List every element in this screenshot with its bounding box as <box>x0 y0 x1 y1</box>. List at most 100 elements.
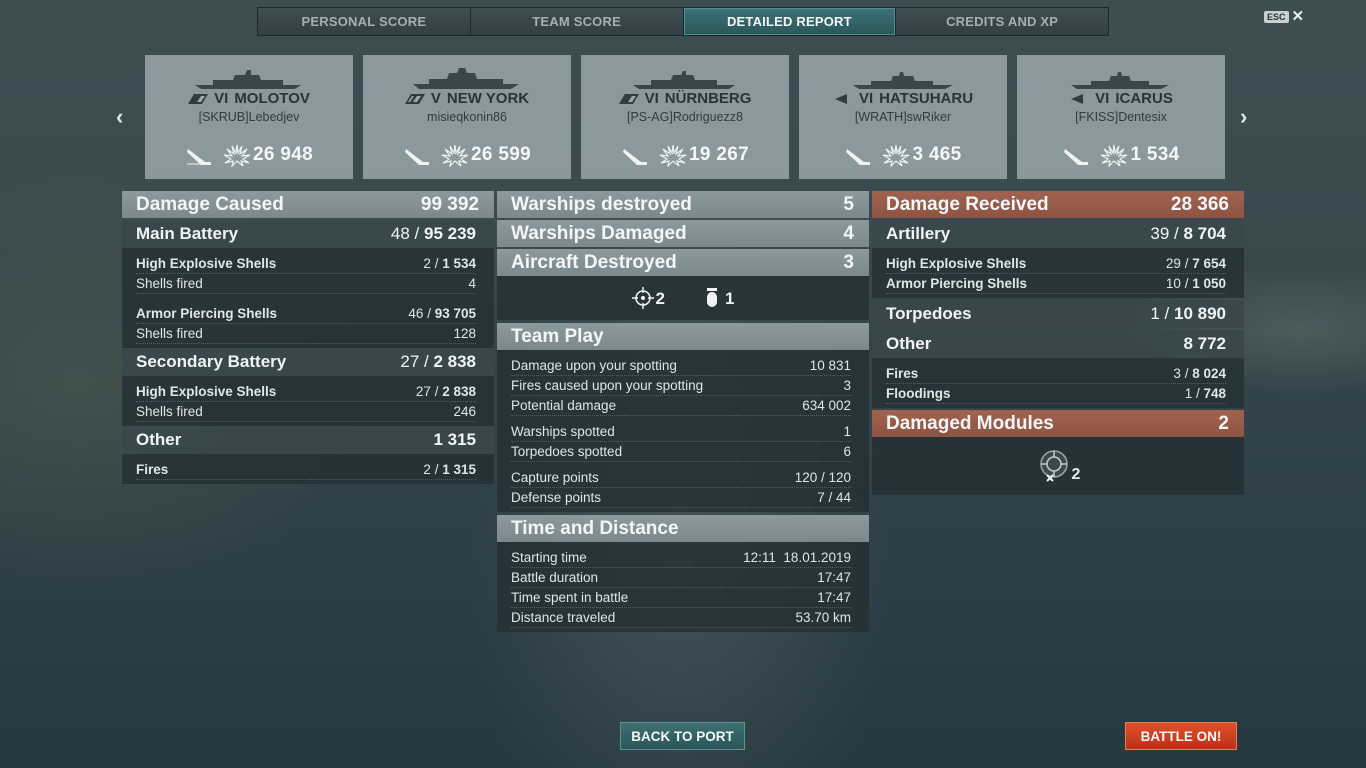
stat-value: 128 <box>453 326 476 341</box>
close-button[interactable]: ESC ✕ <box>1264 9 1304 24</box>
stat-label: Armor Piercing Shells <box>136 306 278 321</box>
stat-value: 12:11 18.01.2019 <box>743 550 851 565</box>
carousel-prev-arrow-icon[interactable]: ‹ <box>116 104 123 130</box>
stat-row: Shells fired 246 <box>136 402 476 422</box>
damage-caused-header: Damage Caused 99 392 <box>122 191 494 218</box>
damage-received-header: Damage Received 28 366 <box>872 191 1244 218</box>
artillery-details: High Explosive Shells 29 / 7 654 Armor P… <box>872 248 1244 298</box>
other-received-header: Other 8 772 <box>872 330 1244 358</box>
stat-row: Warships spotted 1 <box>511 422 851 442</box>
battle-on-button[interactable]: BATTLE ON! <box>1125 722 1237 750</box>
tab-detailed-report[interactable]: DETAILED REPORT <box>683 8 897 35</box>
ship-tier: VI <box>1095 90 1110 107</box>
stat-label: Capture points <box>511 470 599 485</box>
stat-row: Battle duration 17:47 <box>511 568 851 588</box>
main-battery-header: Main Battery 48 / 95 239 <box>122 220 494 248</box>
stat-hits: 10 <box>1165 276 1181 291</box>
other-damage-header: Other 1 315 <box>122 426 494 454</box>
separator: / <box>1180 276 1193 291</box>
stat-value: 246 <box>453 404 476 419</box>
ship-card[interactable]: VI NÜRNBERG [PS-AG]Rodriguezz8 19 267 <box>581 55 789 179</box>
stat-label: Defense points <box>511 490 602 505</box>
separator: / <box>430 384 443 399</box>
fighter-crosshair-icon <box>631 287 654 309</box>
cruiser-class-icon <box>618 93 639 104</box>
damage-caused-label: Damage Caused <box>136 193 284 215</box>
ship-damage-value: 26 948 <box>253 144 313 165</box>
stat-value: 634 002 <box>802 398 851 413</box>
player-name: [PS-AG]Rodriguezz8 <box>626 110 744 124</box>
tab-team-score[interactable]: TEAM SCORE <box>470 8 684 35</box>
separator: / <box>419 352 434 371</box>
stat-hits: 3 <box>1173 366 1181 381</box>
ship-cards: VI MOLOTOV [SKRUB]Lebedjev 26 948 V NEW … <box>145 55 1225 179</box>
tab-personal-score[interactable]: PERSONAL SCORE <box>258 8 471 35</box>
separator: / <box>1169 224 1184 243</box>
ship-tier: V <box>430 90 441 107</box>
other-received-value: 8 772 <box>1183 334 1226 353</box>
other-value: 1 315 <box>433 430 476 449</box>
warships-damaged-label: Warships Damaged <box>511 222 687 244</box>
aircraft-destroyed-row: Aircraft Destroyed 3 <box>497 249 869 276</box>
stat-label: Fires caused upon your spotting <box>511 378 704 393</box>
stat-label: High Explosive Shells <box>136 256 277 271</box>
back-to-port-button[interactable]: BACK TO PORT <box>620 722 745 750</box>
warships-damaged-value: 4 <box>843 222 854 244</box>
stat-row: Torpedoes spotted 6 <box>511 442 851 462</box>
stat-row: Armor Piercing Shells 10 / 1 050 <box>886 274 1226 294</box>
stat-label: Fires <box>136 462 169 477</box>
ship-silhouette-icon <box>1071 72 1169 89</box>
player-name: [SKRUB]Lebedjev <box>198 110 300 124</box>
separator: / <box>409 224 424 243</box>
ship-tier: VI <box>214 90 229 107</box>
stat-hits: 27 <box>415 384 431 399</box>
ship-damage-value: 3 465 <box>912 144 962 165</box>
carousel-next-arrow-icon[interactable]: › <box>1240 104 1247 130</box>
bomber-count: 1 <box>725 289 735 308</box>
stat-hits: 2 <box>423 256 431 271</box>
aircraft-destroyed-value: 3 <box>843 251 854 273</box>
stat-value: 6 <box>843 444 851 459</box>
stat-row: High Explosive Shells 2 / 1 534 <box>136 254 476 274</box>
damaged-module-icon <box>1039 450 1068 482</box>
damage-received-value: 28 366 <box>1170 193 1229 215</box>
damage-burst-icon <box>441 144 469 167</box>
aircraft-breakdown: 2 1 <box>497 276 869 320</box>
ship-card[interactable]: V NEW YORK misieqkonin86 26 599 <box>363 55 571 179</box>
ship-card[interactable]: VI HATSUHARU [WRATH]swRiker 3 465 <box>799 55 1007 179</box>
stat-label: Shells fired <box>136 276 203 291</box>
sunk-ship-icon <box>1064 149 1089 165</box>
sunk-ship-icon <box>187 149 212 165</box>
stat-row: High Explosive Shells 27 / 2 838 <box>136 382 476 402</box>
ship-name: HATSUHARU <box>879 90 974 107</box>
ship-card[interactable]: VI ICARUS [FKISS]Dentesix 1 534 <box>1017 55 1225 179</box>
time-distance-details: Starting time 12:11 18.01.2019 Battle dur… <box>497 542 869 632</box>
stat-value: 4 <box>468 276 476 291</box>
stat-value: 120 / 120 <box>794 470 851 485</box>
ship-card[interactable]: VI MOLOTOV [SKRUB]Lebedjev 26 948 <box>145 55 353 179</box>
bomber-bomb-icon <box>707 288 717 307</box>
ship-tier: VI <box>858 90 874 107</box>
damaged-modules-value: 2 <box>1218 412 1229 434</box>
fighter-count: 2 <box>655 289 665 308</box>
damaged-modules-details: 2 <box>872 437 1244 495</box>
ship-silhouette-icon <box>633 71 735 89</box>
cruiser-class-icon <box>188 93 209 104</box>
artillery-header: Artillery 39 / 8 704 <box>872 220 1244 248</box>
stat-hits: 2 <box>423 462 431 477</box>
stat-label: Battle duration <box>511 570 599 585</box>
ship-name: MOLOTOV <box>234 90 310 107</box>
stat-label: Armor Piercing Shells <box>886 276 1028 291</box>
stat-row: Shells fired 128 <box>136 324 476 344</box>
secondary-damage: 2 838 <box>433 352 476 371</box>
artillery-damage: 8 704 <box>1183 224 1226 243</box>
player-name: [FKISS]Dentesix <box>1075 110 1167 124</box>
stat-row: High Explosive Shells 29 / 7 654 <box>886 254 1226 274</box>
tab-credits-and-xp[interactable]: CREDITS AND XP <box>896 8 1108 35</box>
ship-silhouette-icon <box>413 68 519 89</box>
warships-destroyed-label: Warships destroyed <box>511 193 692 215</box>
ship-name: NEW YORK <box>446 90 530 107</box>
stat-damage: 1 050 <box>1192 276 1226 291</box>
stat-label: Floodings <box>886 386 951 401</box>
stat-label: Fires <box>886 366 919 381</box>
